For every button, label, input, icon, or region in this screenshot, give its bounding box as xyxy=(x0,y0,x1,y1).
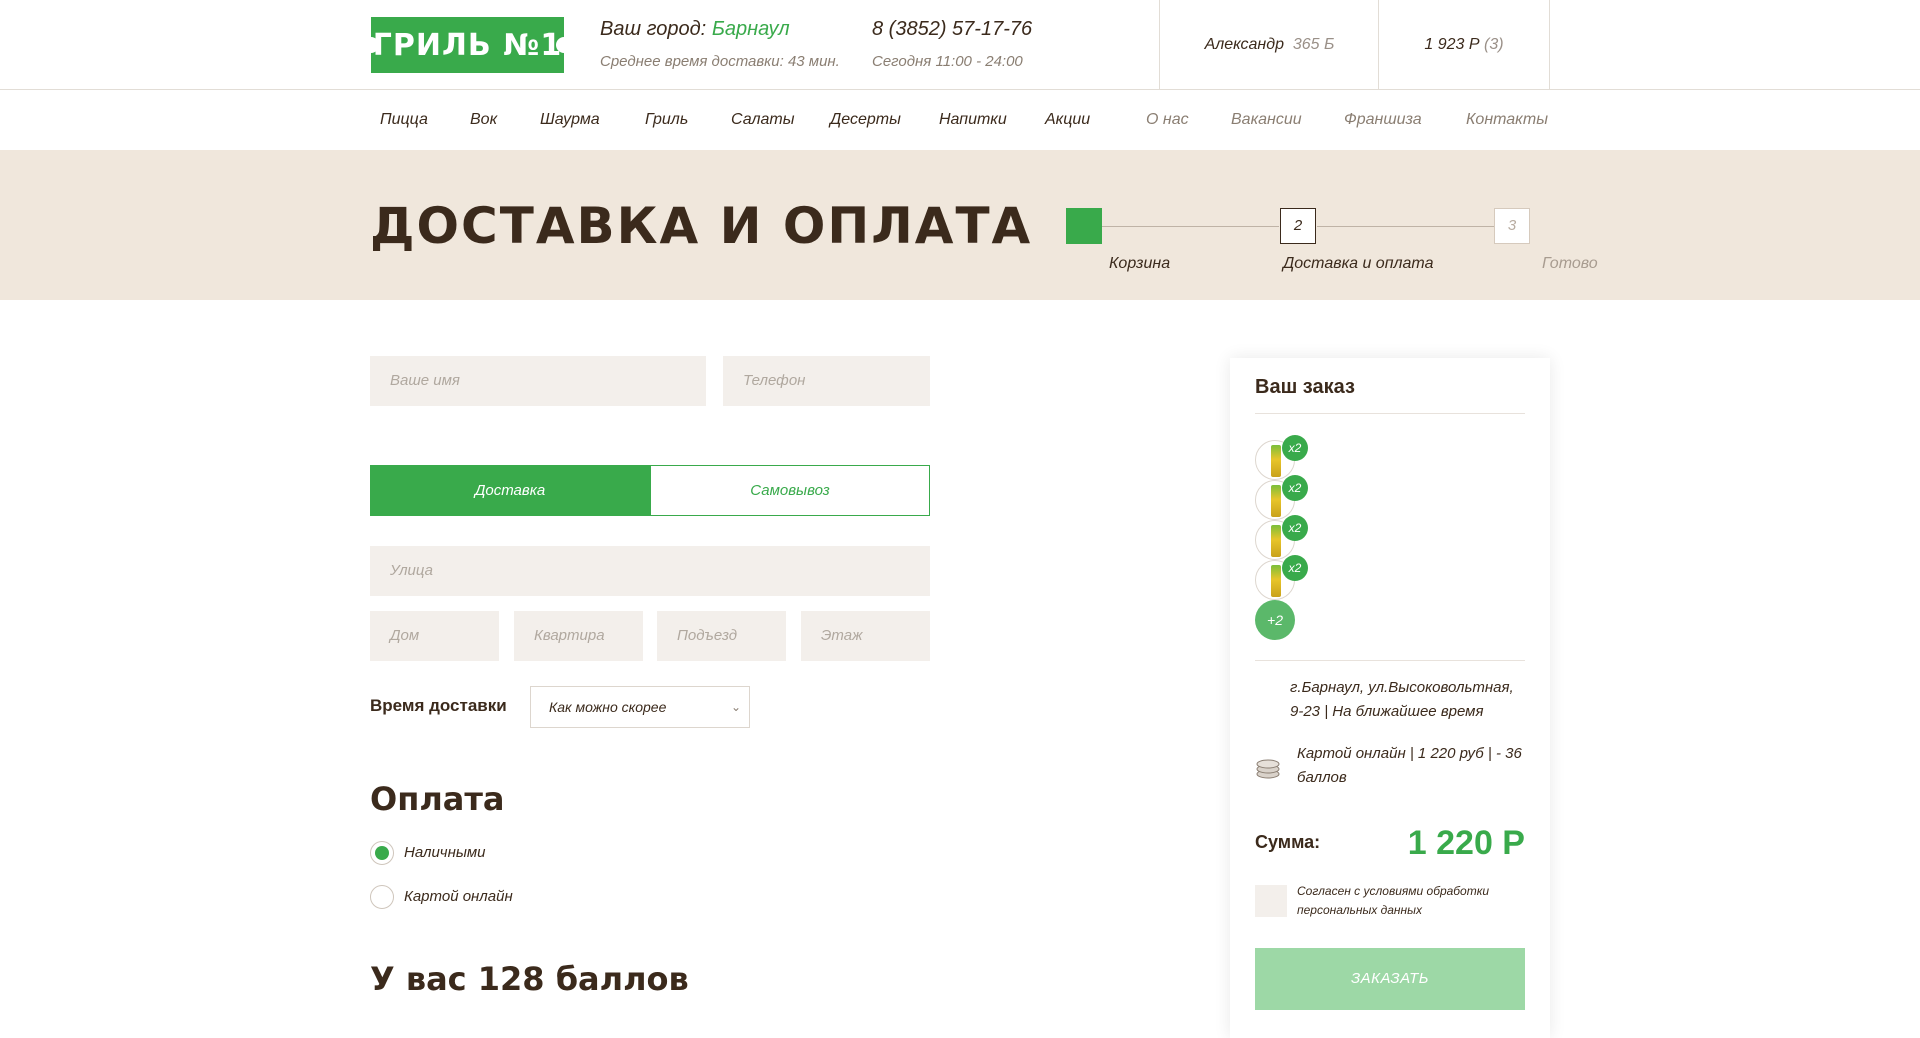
order-button[interactable]: ЗАКАЗАТЬ xyxy=(1255,948,1525,1010)
juice-can-icon xyxy=(1271,525,1281,557)
consent-label[interactable]: Согласен с условиями обработки персональ… xyxy=(1297,882,1497,920)
cart-summary[interactable]: 1 923 Р (3) xyxy=(1379,0,1549,90)
nav-item-promos[interactable]: Акции xyxy=(1045,111,1090,129)
header-divider xyxy=(1549,0,1550,90)
phone-number[interactable]: 8 (3852) 57-17-76 xyxy=(872,18,1032,41)
delivery-address: г.Барнаул, ул.Высоковольтная, 9-23 | На … xyxy=(1290,679,1514,720)
delivery-time-info: Среднее время доставки: 43 мин. xyxy=(600,53,840,70)
nav-item-drinks[interactable]: Напитки xyxy=(939,111,1007,129)
site-header: ГРИЛЬ №1 Ваш город: Барнаул Среднее врем… xyxy=(0,0,1920,90)
logo-text: ГРИЛЬ №1 xyxy=(372,28,563,63)
delivery-time-select[interactable]: Как можно скорее ⌄ xyxy=(530,686,750,728)
tab-delivery[interactable]: Доставка xyxy=(370,465,650,516)
chevron-down-icon: ⌄ xyxy=(730,700,741,714)
cart-total: 1 923 Р xyxy=(1424,36,1480,53)
nav-item-wok[interactable]: Вок xyxy=(470,111,497,129)
payment-cash-radio[interactable] xyxy=(370,841,394,865)
order-title: Ваш заказ xyxy=(1255,376,1355,398)
nav-item-vacancies[interactable]: Вакансии xyxy=(1231,111,1302,129)
nav-item-shawarma[interactable]: Шаурма xyxy=(540,111,600,129)
divider xyxy=(1255,660,1525,661)
step-3-indicator: 3 xyxy=(1494,208,1530,244)
order-summary-card: Ваш заказ x2 x2 x2 x2 +2 г.Барнаул, ул.В… xyxy=(1230,358,1550,1038)
nav-item-grill[interactable]: Гриль xyxy=(645,111,688,129)
payment-info: Картой онлайн | 1 220 руб | - 36 баллов xyxy=(1297,745,1522,786)
house-input[interactable]: Дом xyxy=(370,611,499,661)
working-hours: Сегодня 11:00 - 24:00 xyxy=(872,53,1023,70)
order-item-thumb[interactable]: x2 xyxy=(1255,475,1308,520)
qty-badge: x2 xyxy=(1282,555,1308,581)
juice-can-icon xyxy=(1271,565,1281,597)
user-points: 365 Б xyxy=(1292,36,1335,53)
apartment-input[interactable]: Квартира xyxy=(514,611,643,661)
nav-item-desserts[interactable]: Десерты xyxy=(830,111,901,129)
step-3-label: Готово xyxy=(1542,255,1598,272)
step-2-label: Доставка и оплата xyxy=(1283,255,1434,272)
city-value[interactable]: Барнаул xyxy=(712,18,790,40)
entrance-input[interactable]: Подъезд xyxy=(657,611,786,661)
cart-count: (3) xyxy=(1484,36,1504,53)
consent-checkbox[interactable] xyxy=(1255,885,1287,917)
city-label: Ваш город: xyxy=(600,18,707,40)
more-items-button[interactable]: +2 xyxy=(1255,600,1295,640)
page-title: ДОСТАВКА И ОПЛАТА xyxy=(370,197,1033,255)
nav-item-salads[interactable]: Салаты xyxy=(731,111,794,129)
floor-input[interactable]: Этаж xyxy=(801,611,930,661)
qty-badge: x2 xyxy=(1282,515,1308,541)
order-item-thumb[interactable]: x2 xyxy=(1255,555,1308,600)
nav-item-contacts[interactable]: Контакты xyxy=(1466,111,1548,129)
step-2-indicator: 2 xyxy=(1280,208,1316,244)
delivery-time-label: Время доставки xyxy=(370,696,507,715)
sum-label: Сумма: xyxy=(1255,832,1321,852)
qty-badge: x2 xyxy=(1282,435,1308,461)
tab-pickup[interactable]: Самовывоз xyxy=(650,465,930,516)
sum-value: 1 220 Р xyxy=(1407,824,1525,862)
payment-cash-label[interactable]: Наличными xyxy=(404,844,486,861)
juice-can-icon xyxy=(1271,445,1281,477)
juice-can-icon xyxy=(1271,485,1281,517)
payment-card-radio[interactable] xyxy=(370,885,394,909)
nav-item-pizza[interactable]: Пицца xyxy=(380,111,428,129)
street-input[interactable]: Улица xyxy=(370,546,930,596)
name-input[interactable]: Ваше имя xyxy=(370,356,706,406)
user-account[interactable]: Александр 365 Б xyxy=(1160,0,1379,90)
city-selector[interactable]: Ваш город: Барнаул xyxy=(600,18,790,41)
nav-item-about[interactable]: О нас xyxy=(1146,111,1189,129)
step-connector xyxy=(1317,226,1494,227)
divider xyxy=(1255,413,1525,414)
user-name: Александр xyxy=(1204,36,1284,53)
main-nav: Пицца Вок Шаурма Гриль Салаты Десерты На… xyxy=(0,90,1920,150)
payment-card-label[interactable]: Картой онлайн xyxy=(404,888,513,905)
order-item-thumb[interactable]: x2 xyxy=(1255,515,1308,560)
order-item-thumb[interactable]: x2 xyxy=(1255,435,1308,480)
payment-title: Оплата xyxy=(370,780,505,818)
phone-input[interactable]: Телефон xyxy=(723,356,930,406)
step-1-label: Корзина xyxy=(1109,255,1171,272)
page-banner: ДОСТАВКА И ОПЛАТА Корзина 2 Доставка и о… xyxy=(0,150,1920,300)
points-title: У вас 128 баллов xyxy=(370,960,689,998)
coins-icon xyxy=(1256,759,1280,779)
qty-badge: x2 xyxy=(1282,475,1308,501)
nav-item-franchise[interactable]: Франшиза xyxy=(1344,111,1422,129)
delivery-time-value: Как можно скорее xyxy=(549,699,667,715)
step-1-indicator[interactable] xyxy=(1066,208,1102,244)
step-connector xyxy=(1102,226,1279,227)
logo[interactable]: ГРИЛЬ №1 xyxy=(363,17,572,73)
